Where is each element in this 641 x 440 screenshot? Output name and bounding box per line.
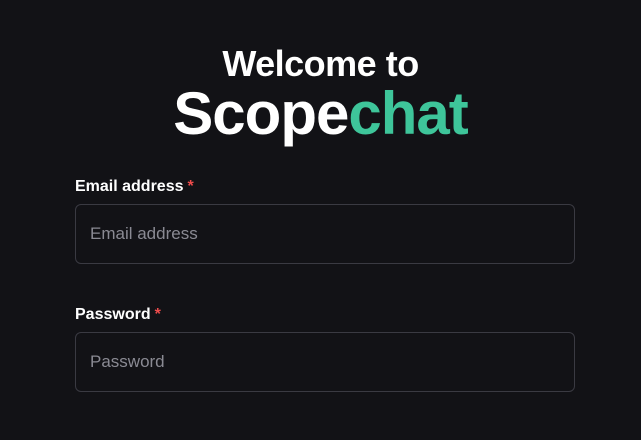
login-page: Welcome to Scopechat Email address* Pass… — [0, 0, 641, 440]
password-field-group: Password * — [75, 304, 575, 392]
brand-name-part2: chat — [348, 80, 468, 147]
required-marker: * — [154, 306, 161, 323]
email-input[interactable] — [75, 204, 575, 264]
brand-name-part1: Scope — [173, 80, 349, 147]
brand-logo-text: Scopechat — [0, 82, 641, 146]
password-label: Password * — [75, 304, 575, 326]
login-form: Email address* Password* — [75, 176, 575, 392]
password-label-text: Password — [75, 306, 151, 323]
required-marker: * — [187, 178, 194, 195]
email-label: Email address * — [75, 176, 575, 198]
password-input[interactable] — [75, 332, 575, 392]
hero-heading: Welcome to Scopechat — [0, 40, 641, 146]
email-field-group: Email address * — [75, 176, 575, 264]
email-label-text: Email address — [75, 178, 184, 195]
